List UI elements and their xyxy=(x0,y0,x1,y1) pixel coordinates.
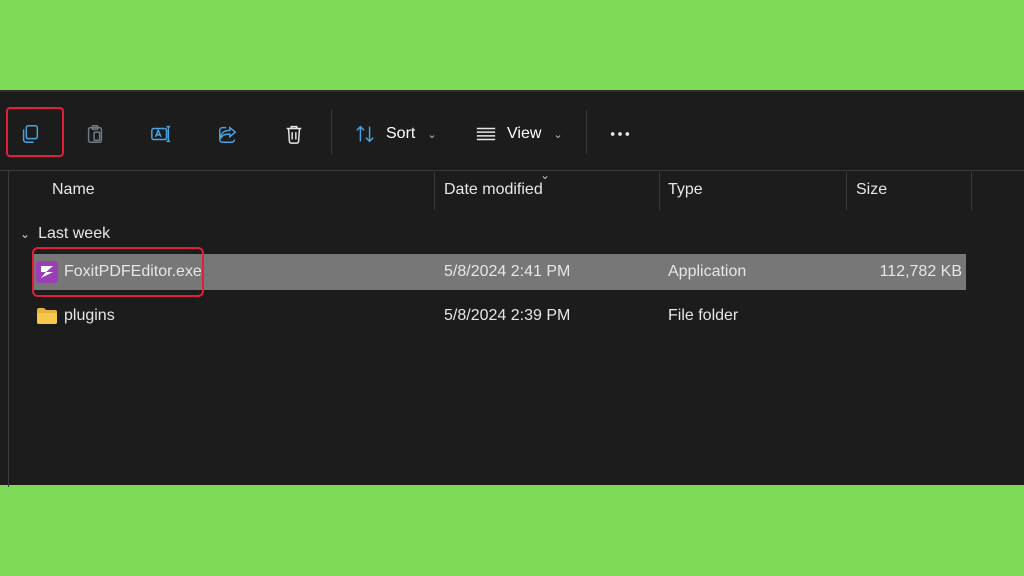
file-name: plugins xyxy=(64,307,115,324)
share-icon xyxy=(219,126,237,143)
toolbar-separator xyxy=(331,110,332,154)
column-header-type[interactable]: Type xyxy=(668,181,703,199)
delete-button[interactable] xyxy=(274,114,314,154)
view-label: View xyxy=(507,125,542,142)
chevron-down-icon: ⌄ xyxy=(20,227,31,241)
file-date-modified: 5/8/2024 2:41 PM xyxy=(444,263,571,280)
folder-icon xyxy=(37,308,57,324)
copy-highlight-annotation xyxy=(6,107,64,157)
group-label: Last week xyxy=(38,225,111,242)
see-more-button[interactable] xyxy=(600,114,640,154)
file-explorer-window: Sort ⌄ View ⌄ Name ⌄ Date modified Type … xyxy=(0,90,1024,487)
column-header-size[interactable]: Size xyxy=(856,181,887,199)
paste-button[interactable] xyxy=(75,114,115,154)
list-item[interactable]: plugins 5/8/2024 2:39 PM File folder xyxy=(32,298,966,334)
column-divider[interactable] xyxy=(659,172,660,210)
file-type: Application xyxy=(668,263,747,280)
column-header-date-modified[interactable]: Date modified xyxy=(444,181,543,199)
paste-icon xyxy=(87,125,103,143)
file-highlight-annotation xyxy=(32,247,204,297)
chevron-down-icon: ⌄ xyxy=(427,128,437,141)
file-date-modified: 5/8/2024 2:39 PM xyxy=(444,307,571,324)
chevron-down-icon: ⌄ xyxy=(553,128,563,141)
column-divider[interactable] xyxy=(434,172,435,210)
sort-label: Sort xyxy=(386,125,416,142)
more-horizontal-icon xyxy=(610,132,630,136)
command-bar: Sort ⌄ View ⌄ xyxy=(0,92,1024,171)
rename-button[interactable] xyxy=(141,114,181,154)
sort-button[interactable]: Sort ⌄ xyxy=(354,114,437,154)
rename-icon xyxy=(151,125,171,143)
view-button[interactable]: View ⌄ xyxy=(475,114,563,154)
file-type: File folder xyxy=(668,307,739,324)
group-header-last-week[interactable]: ⌄ Last week xyxy=(20,222,110,246)
trash-icon xyxy=(286,125,302,144)
toolbar-separator xyxy=(586,110,587,154)
share-button[interactable] xyxy=(208,114,248,154)
column-divider[interactable] xyxy=(846,172,847,210)
sort-icon xyxy=(356,125,374,143)
column-divider[interactable] xyxy=(971,172,972,210)
sort-indicator-icon: ⌄ xyxy=(540,168,551,182)
column-header-name[interactable]: Name xyxy=(52,181,95,199)
view-icon xyxy=(476,127,496,141)
pane-border xyxy=(8,170,9,487)
column-header-row: Name ⌄ Date modified Type Size xyxy=(10,168,1024,210)
file-size: 112,782 KB xyxy=(879,263,962,280)
